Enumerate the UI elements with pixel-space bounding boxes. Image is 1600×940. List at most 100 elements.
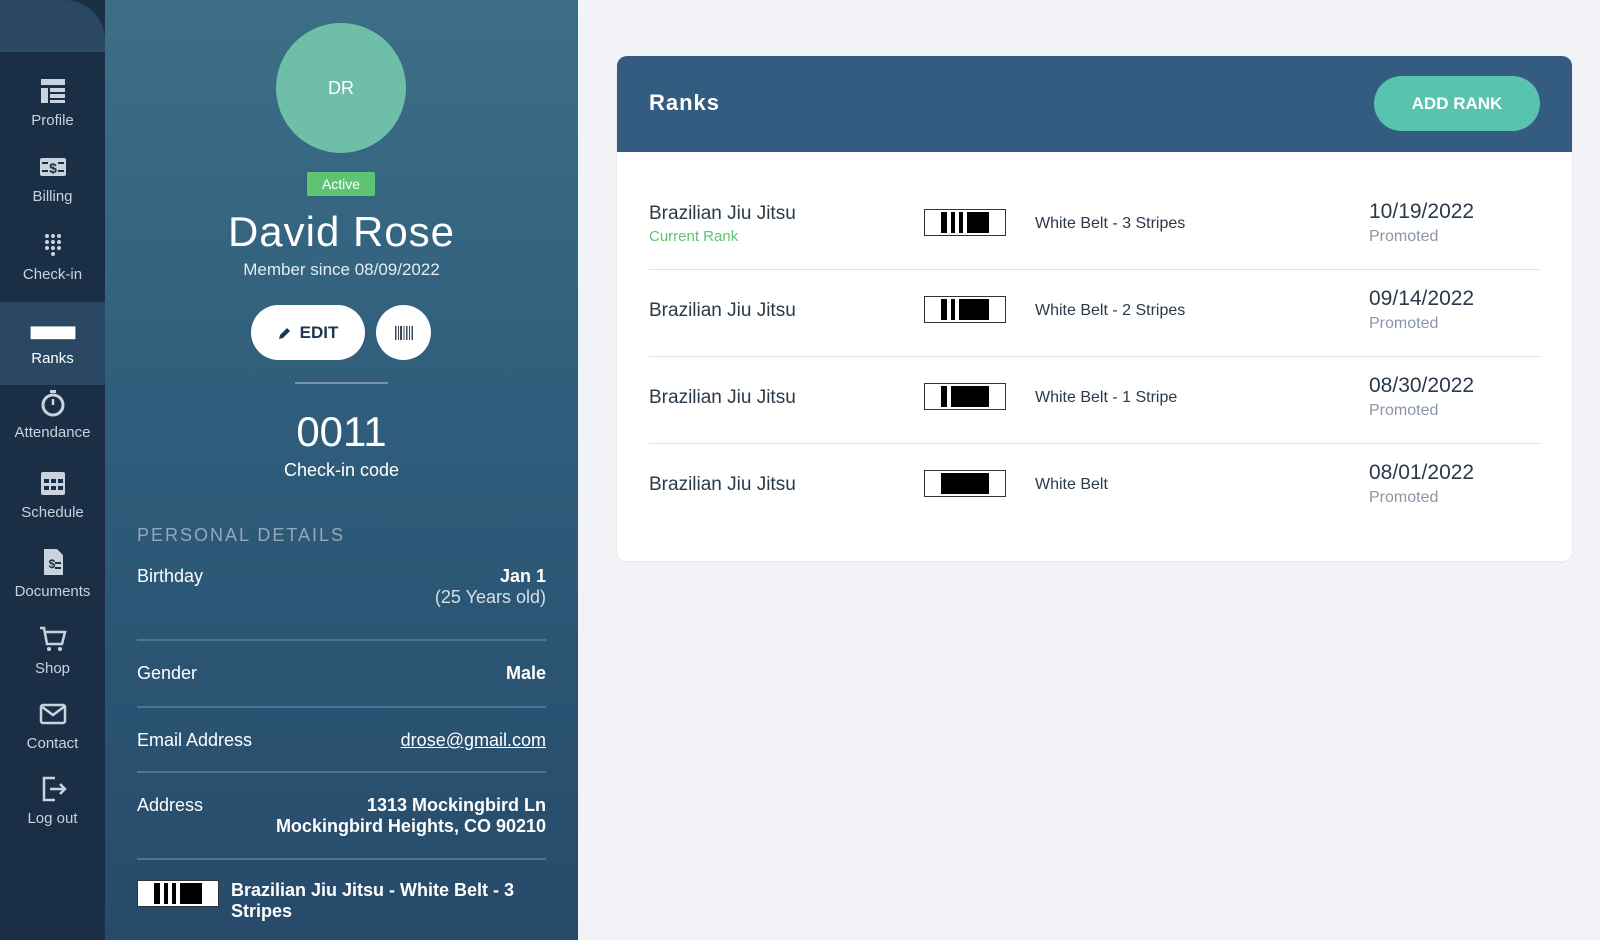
current-rank-summary: Brazilian Jiu Jitsu - White Belt - 3 Str… [137,880,546,922]
nav-label-profile: Profile [31,111,74,129]
birthday-row: Birthday Jan 1 (25 Years old) [137,566,546,608]
svg-text:$: $ [48,557,55,571]
rank-promotion-date: 08/30/2022 [1369,374,1475,397]
nav-item-checkin[interactable]: Check-in [0,216,105,296]
rank-row[interactable]: Brazilian Jiu Jitsu White Belt 08/01/202… [649,444,1540,531]
rank-belt-name: White Belt [1035,476,1108,493]
checkin-code: 0011 [296,408,387,455]
nav-item-attendance[interactable]: Attendance [0,374,105,454]
ranks-card-title: Ranks [649,90,721,115]
rank-status: Promoted [1369,228,1439,245]
detail-divider [137,639,546,641]
belt-stripe [176,883,180,904]
rank-program: Brazilian Jiu Jitsu [649,474,796,495]
birthday-age: (25 Years old) [434,587,546,607]
rank-status: Promoted [1369,489,1439,506]
cart-icon [39,626,67,651]
nav-label-shop: Shop [34,659,71,677]
nav-top-cap [0,0,105,52]
nav-item-billing[interactable]: $ Billing [0,138,105,218]
logout-icon [42,776,67,801]
email-link[interactable]: drose@gmail.com [401,730,546,750]
nav-item-shop[interactable]: Shop [0,610,105,690]
svg-text:$: $ [49,160,57,176]
keypad-icon [44,233,61,256]
rank-promotion-date: 09/14/2022 [1369,287,1475,310]
nav-item-documents[interactable]: $ Documents [0,533,105,613]
barcode-icon [394,325,413,340]
belt-stripe [160,883,164,904]
ranks-card: Ranks ADD RANK Brazilian Jiu Jitsu Curre… [617,56,1572,561]
rank-belt-name: White Belt - 1 Stripe [1035,389,1178,406]
document-icon: $ [43,548,63,575]
rank-row[interactable]: Brazilian Jiu Jitsu Current Rank White B… [649,183,1540,270]
pencil-icon [278,327,290,339]
edit-button[interactable]: EDIT [251,305,365,360]
detail-divider [137,858,546,860]
gender-value: Male [505,663,546,683]
belt-stripe [947,212,951,233]
belt-icon [137,880,219,907]
nav-item-contact[interactable]: Contact [0,685,105,765]
nav-label-attendance: Attendance [14,423,91,441]
current-rank-summary-label: Brazilian Jiu Jitsu - White Belt - 3 Str… [231,880,515,921]
nav-label-ranks: Ranks [31,350,74,367]
rank-belt-name: White Belt - 3 Stripes [1035,215,1186,232]
personal-details-heading: PERSONAL DETAILS [137,525,346,545]
belt-icon [30,326,75,340]
belt-stripe [955,212,959,233]
rank-status: Promoted [1369,315,1439,332]
member-profile-panel: DR Active David Rose Member since 08/09/… [105,0,578,940]
belt-icon [924,209,1006,236]
nav-label-checkin: Check-in [22,265,83,283]
barcode-button[interactable] [376,305,431,360]
member-since: Member since 08/09/2022 [243,260,440,279]
email-label: Email Address [137,730,253,750]
calendar-icon [40,471,65,495]
email-value-wrap: drose@gmail.com [401,730,546,751]
nav-label-contact: Contact [26,734,79,752]
detail-divider [137,771,546,773]
nav-label-billing: Billing [32,187,73,205]
profile-icon [40,78,65,103]
rank-program: Brazilian Jiu Jitsu [649,203,796,224]
address-label: Address [137,795,204,815]
nav-item-logout[interactable]: Log out [0,760,105,840]
nav-label-logout: Log out [27,809,78,827]
belt-icon [924,470,1006,497]
avatar: DR [276,23,406,153]
belt-stripe [963,212,967,233]
gender-row: Gender Male [137,663,546,684]
main-nav: Profile $ Billing Check-in Ranks Attenda… [0,0,105,940]
current-rank-label: Current Rank [649,228,739,245]
belt-icon [924,296,1006,323]
birthday-value: Jan 1 [499,566,546,586]
rank-row[interactable]: Brazilian Jiu Jitsu White Belt - 1 Strip… [649,357,1540,444]
rank-belt-name: White Belt - 2 Stripes [1035,302,1186,319]
ranks-card-header: Ranks ADD RANK [617,56,1572,152]
add-rank-button[interactable]: ADD RANK [1374,76,1540,131]
address-value: 1313 Mockingbird Ln Mockingbird Heights,… [276,795,546,837]
envelope-icon [39,703,66,724]
belt-stripe [947,386,951,407]
belt-stripe [168,883,172,904]
nav-label-schedule: Schedule [21,503,84,521]
billing-icon: $ [39,157,66,176]
rank-row[interactable]: Brazilian Jiu Jitsu White Belt - 2 Strip… [649,270,1540,357]
edit-button-label: EDIT [299,322,339,342]
belt-bar [941,473,989,494]
gender-label: Gender [137,663,198,683]
nav-item-ranks[interactable]: Ranks [0,302,105,385]
rank-promotion-date: 08/01/2022 [1369,461,1475,484]
belt-stripe [947,299,951,320]
address-line2: Mockingbird Heights, CO 90210 [275,816,546,836]
detail-divider [137,706,546,708]
nav-item-profile[interactable]: Profile [0,62,105,142]
address-line1: 1313 Mockingbird Ln [366,795,546,815]
birthday-label: Birthday [137,566,204,586]
address-row: Address 1313 Mockingbird Ln Mockingbird … [137,795,546,837]
rank-program: Brazilian Jiu Jitsu [649,387,796,408]
nav-item-schedule[interactable]: Schedule [0,454,105,534]
checkin-code-label: Check-in code [283,460,400,480]
status-badge: Active [307,172,375,196]
